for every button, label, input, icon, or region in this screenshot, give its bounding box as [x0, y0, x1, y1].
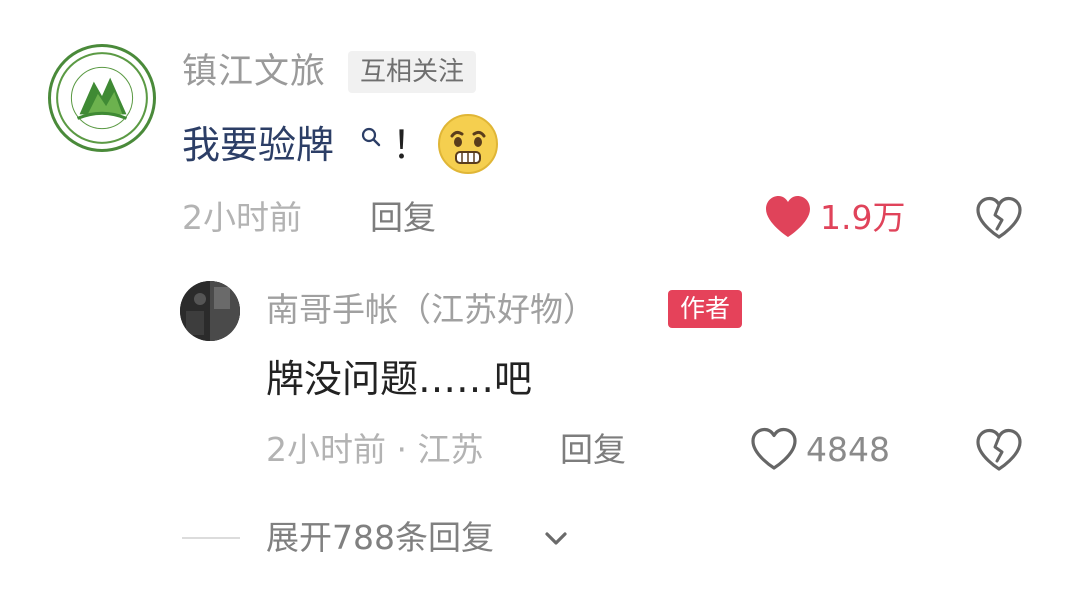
chevron-down-icon[interactable] [540, 522, 572, 554]
reply-like-count: 4848 [806, 430, 890, 469]
mountain-logo-icon [56, 52, 148, 144]
reply-text[interactable]: 牌没问题……吧 [266, 354, 532, 404]
like-count: 1.9万 [820, 198, 906, 237]
mutual-follow-badge: 互相关注 [348, 51, 477, 93]
author-name[interactable]: 镇江文旅 [182, 50, 326, 94]
reply-to-reply-button[interactable]: 回复 [560, 428, 626, 472]
grimacing-emoji-icon [436, 112, 500, 176]
heart-filled-icon[interactable] [763, 194, 813, 240]
avatar[interactable] [48, 44, 156, 152]
heart-outline-icon[interactable] [750, 427, 798, 471]
reply-avatar[interactable] [180, 281, 240, 341]
broken-heart-icon[interactable] [975, 196, 1023, 240]
comment-text[interactable]: 我要验牌 [182, 120, 334, 170]
expand-replies-button[interactable]: 展开788条回复 [266, 516, 494, 560]
expand-divider [182, 537, 240, 539]
search-icon[interactable] [360, 126, 382, 148]
author-tag-badge: 作者 [668, 290, 743, 328]
reply-button[interactable]: 回复 [370, 196, 436, 240]
comment-punctuation: ！ [392, 123, 431, 167]
comment-time: 2小时前 [182, 198, 302, 237]
broken-heart-icon[interactable] [975, 428, 1023, 472]
reply-meta: 2小时前 · 江苏 [266, 430, 484, 469]
reply-author-name[interactable]: 南哥手帐（江苏好物） [266, 288, 596, 332]
comment-thread: 镇江文旅 互相关注 我要验牌 ！ 2小时前 回复 1.9万 南哥手帐（江苏好物）… [0, 0, 1080, 597]
